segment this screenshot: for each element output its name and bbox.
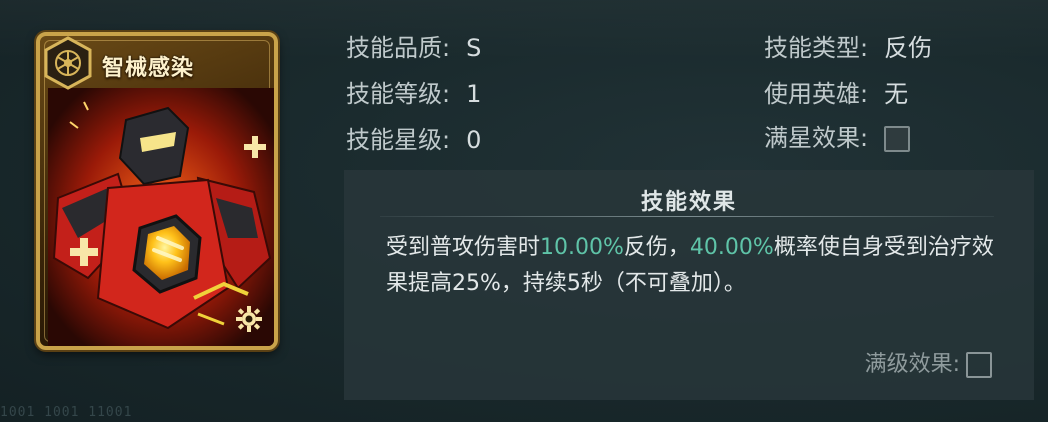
skill-star-value: 0 xyxy=(466,126,482,154)
effect-desc-part-2: 反伤， xyxy=(623,235,690,260)
skill-level-label: 技能等级: xyxy=(346,80,451,108)
skill-type-label: 技能类型: xyxy=(764,34,869,62)
full-star-checkbox[interactable] xyxy=(884,126,911,152)
skill-level-row: 技能等级: 1 xyxy=(346,74,481,109)
effect-title: 技能效果 xyxy=(640,190,737,215)
hero-label: 使用英雄: xyxy=(764,80,869,108)
background-code-text: 1001 1001 11001 xyxy=(0,405,133,420)
effect-description: 受到普攻伤害时10.00%反伤，40.00%概率使自身受到治疗效果提高25%，持… xyxy=(386,230,1006,302)
hex-gear-emblem-icon xyxy=(44,36,92,90)
card-title: 智械感染 xyxy=(102,55,195,81)
skill-type-row: 技能类型: 反伤 xyxy=(764,28,932,63)
hero-row: 使用英雄: 无 xyxy=(764,74,908,109)
skill-card[interactable]: 智械感染 xyxy=(36,32,278,350)
skill-quality-row: 技能品质: S xyxy=(346,28,481,63)
hero-value: 无 xyxy=(884,80,909,108)
full-star-row: 满星效果: xyxy=(764,118,911,153)
skill-quality-value: S xyxy=(466,34,482,62)
max-level-label: 满级效果: xyxy=(864,352,960,377)
effect-divider xyxy=(380,216,994,217)
full-star-label: 满星效果: xyxy=(764,124,869,152)
effect-reflect-percent: 10.00% xyxy=(540,235,624,260)
max-level-checkbox[interactable] xyxy=(966,352,992,378)
skill-quality-label: 技能品质: xyxy=(346,34,451,62)
max-level-row: 满级效果: xyxy=(865,346,992,378)
skill-star-row: 技能星级: 0 xyxy=(346,120,481,155)
skill-level-value: 1 xyxy=(466,80,482,108)
skill-effect-panel: 技能效果 受到普攻伤害时10.00%反伤，40.00%概率使自身受到治疗效果提高… xyxy=(344,170,1034,400)
cog-icon xyxy=(236,306,262,332)
skill-type-value: 反伤 xyxy=(884,34,933,62)
skill-star-label: 技能星级: xyxy=(346,126,451,154)
effect-chance-percent: 40.00% xyxy=(689,235,774,260)
effect-desc-part-1: 受到普攻伤害时 xyxy=(386,235,541,260)
